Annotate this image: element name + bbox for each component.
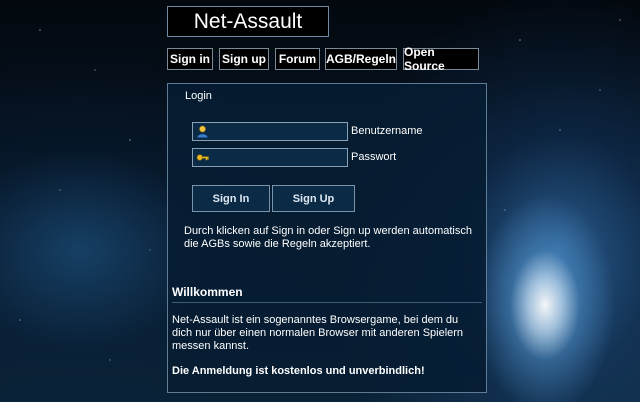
username-field[interactable] bbox=[192, 122, 348, 141]
user-icon bbox=[197, 125, 208, 138]
login-panel: Login Benutzername Passwort Sign In Sign… bbox=[167, 83, 487, 393]
site-title: Net-Assault bbox=[167, 6, 329, 37]
password-input[interactable] bbox=[211, 149, 345, 166]
nav-open-source-button[interactable]: Open Source bbox=[403, 45, 479, 73]
password-field[interactable] bbox=[192, 148, 348, 167]
welcome-text: Net-Assault ist ein sogenanntes Browserg… bbox=[172, 314, 464, 352]
sign-up-button[interactable]: Sign Up bbox=[272, 185, 355, 212]
terms-notice: Durch klicken auf Sign in oder Sign up w… bbox=[184, 225, 472, 250]
nav-sign-in-button[interactable]: Sign in bbox=[167, 48, 213, 70]
password-label: Passwort bbox=[351, 151, 397, 163]
nav-agb-regeln-button[interactable]: AGB/Regeln bbox=[325, 48, 397, 70]
username-input[interactable] bbox=[211, 123, 345, 140]
free-registration-notice: Die Anmeldung ist kostenlos und unverbin… bbox=[172, 365, 425, 377]
nav-sign-up-button[interactable]: Sign up bbox=[219, 48, 269, 70]
main-nav: Sign in Sign up Forum AGB/Regeln Open So… bbox=[0, 45, 640, 73]
login-heading: Login bbox=[185, 90, 212, 102]
welcome-divider bbox=[172, 302, 482, 303]
sign-in-button[interactable]: Sign In bbox=[192, 185, 270, 212]
nav-forum-button[interactable]: Forum bbox=[275, 48, 320, 70]
key-icon bbox=[196, 154, 209, 161]
username-label: Benutzername bbox=[351, 125, 423, 137]
welcome-heading: Willkommen bbox=[172, 285, 243, 299]
